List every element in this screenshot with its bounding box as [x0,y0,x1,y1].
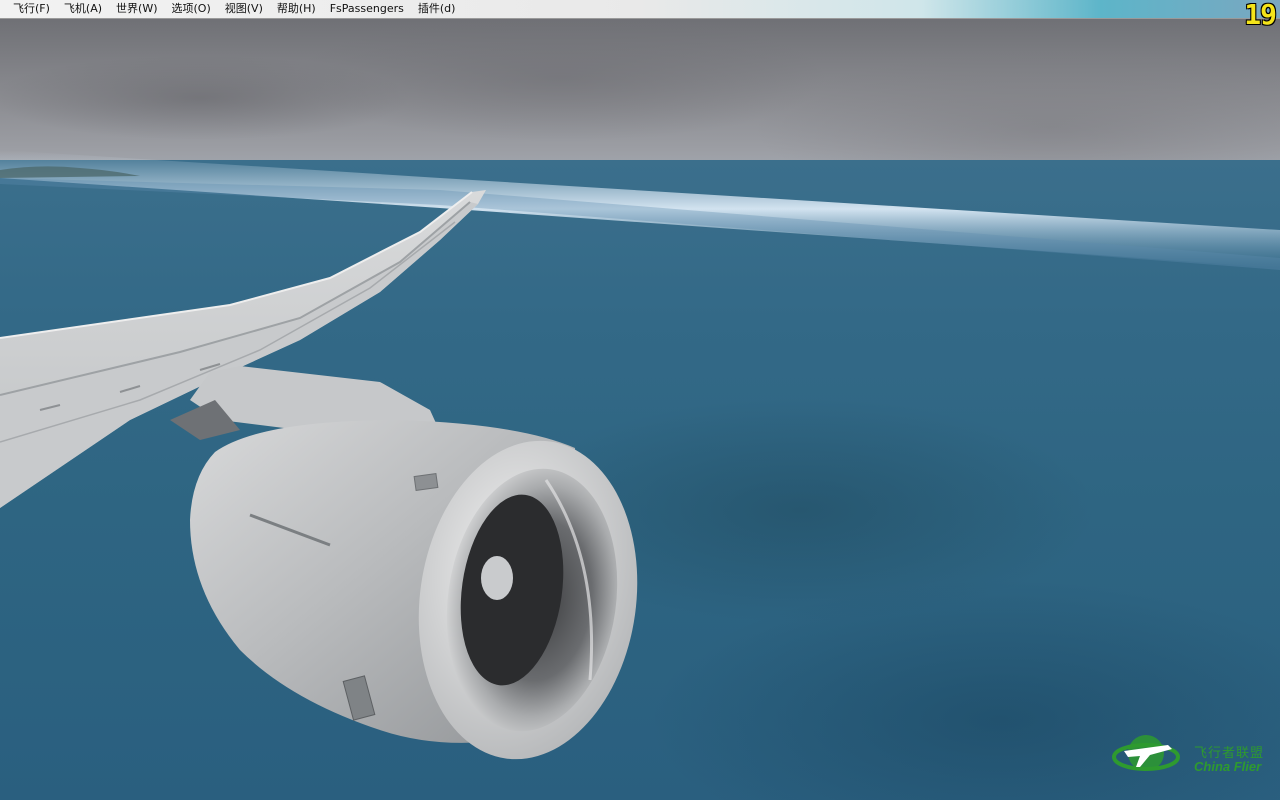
menu-item-flight[interactable]: 飞行(F) [6,0,57,18]
menu-item-options[interactable]: 选项(O) [165,0,218,18]
engine-nacelle [190,420,638,760]
menu-item-world[interactable]: 世界(W) [109,0,164,18]
menu-item-help[interactable]: 帮助(H) [270,0,323,18]
airplane-globe-logo-icon [1112,735,1180,771]
menu-item-views[interactable]: 视图(V) [218,0,270,18]
menu-items: 飞行(F) 飞机(A) 世界(W) 选项(O) 视图(V) 帮助(H) FsPa… [6,0,462,18]
flight-scene-view[interactable] [0,0,1280,800]
fps-counter: 19 [1244,0,1277,31]
engine-spinner [481,556,513,600]
menu-item-aircraft[interactable]: 飞机(A) [57,0,109,18]
china-flier-watermark: 飞行者联盟 China Flier [1110,725,1280,785]
menu-bar: 飞行(F) 飞机(A) 世界(W) 选项(O) 视图(V) 帮助(H) FsPa… [0,0,1280,19]
menu-item-fspassengers[interactable]: FsPassengers [323,0,411,18]
menu-item-addons[interactable]: 插件(d) [411,0,463,18]
watermark-english-text: China Flier [1194,759,1262,774]
